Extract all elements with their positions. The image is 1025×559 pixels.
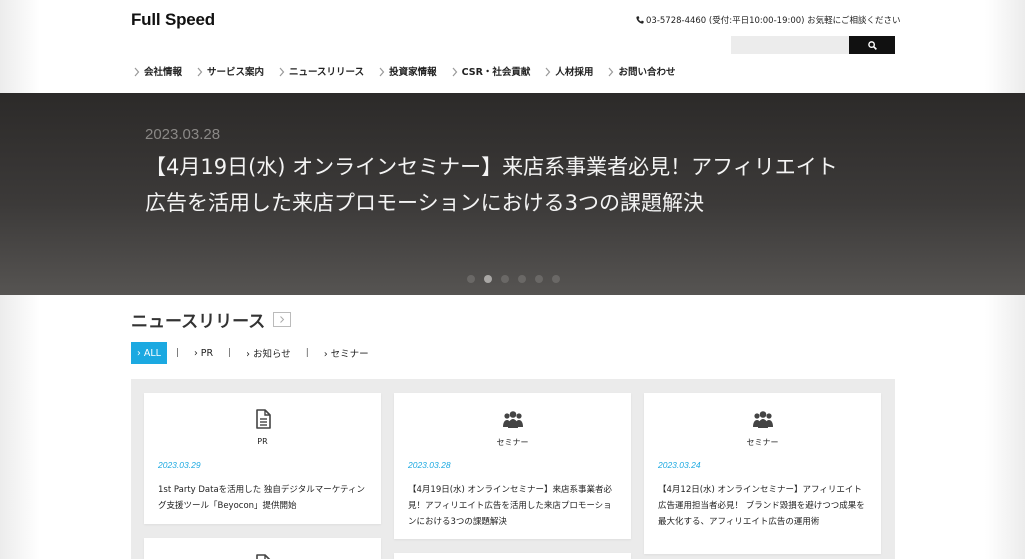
slider-dot[interactable] xyxy=(484,275,492,283)
document-icon xyxy=(252,408,274,430)
slider-dot[interactable] xyxy=(501,275,509,283)
news-card[interactable]: PR 2023.03.29 1st Party Dataを活用した 独自デジタルマー… xyxy=(144,393,381,524)
news-card-date: 2023.03.28 xyxy=(408,460,451,470)
hero-title-line1: 【4月19日(水) オンラインセミナー】来店系事業者必見！アフィリエイト xyxy=(145,155,838,179)
chevron-right-icon xyxy=(280,316,285,323)
news-filters: › ALL | › PR | › お知らせ | › セミナー xyxy=(131,342,375,364)
group-icon xyxy=(502,408,524,430)
hero-title[interactable]: 【4月19日(水) オンラインセミナー】来店系事業者必見！アフィリエイト 広告を… xyxy=(145,149,905,221)
news-card-category: PR xyxy=(257,437,268,446)
news-heading-text: ニュースリリース xyxy=(131,312,266,332)
site-logo[interactable]: Full Speed xyxy=(131,10,215,30)
filter-tab-3[interactable]: › セミナー xyxy=(318,342,375,364)
hero-title-line2: 広告を活用した来店プロモーションにおける3つの課題解決 xyxy=(145,191,704,215)
slider-dot[interactable] xyxy=(467,275,475,283)
news-card-partial[interactable] xyxy=(394,553,631,559)
group-icon xyxy=(752,408,774,430)
news-card-category: セミナー xyxy=(746,438,779,447)
nav-item-3[interactable]: 投資家情報 xyxy=(378,64,437,78)
hero-date: 2023.03.28 xyxy=(145,126,221,143)
chevron-right-icon xyxy=(134,67,140,77)
filter-tab-2[interactable]: › お知らせ xyxy=(240,342,297,364)
nav-item-label: お問い合わせ xyxy=(618,67,676,78)
global-nav: 会社情報 サービス案内 ニュースリリース 投資家情報 CSR・社会貢献 人材採用 お問い合わ… xyxy=(133,64,675,78)
nav-item-2[interactable]: ニュースリリース xyxy=(278,64,364,78)
slider-dot[interactable] xyxy=(518,275,526,283)
news-card-title: 1st Party Dataを活用した 独自デジタルマーケティング支援ツール「B… xyxy=(158,485,366,511)
search-input[interactable] xyxy=(731,36,849,54)
news-card-title: 【4月12日(水) オンラインセミナー】アフィリエイト広告運用担当者必見！ ブラ… xyxy=(658,485,865,527)
nav-item-label: ニュースリリース xyxy=(289,67,365,78)
nav-item-label: 人材採用 xyxy=(555,67,594,78)
contact-text: 03-5728-4460 (受付:平日10:00-19:00) お気軽にご相談く… xyxy=(646,16,901,26)
news-card-title: 【4月19日(水) オンラインセミナー】来店系事業者必見！アフィリエイト広告を活… xyxy=(408,485,613,527)
phone-icon xyxy=(636,16,644,24)
nav-item-label: サービス案内 xyxy=(207,67,265,78)
slider-dot[interactable] xyxy=(552,275,560,283)
chevron-right-icon xyxy=(379,67,385,77)
news-card-partial[interactable] xyxy=(144,538,381,559)
slider-dot[interactable] xyxy=(535,275,543,283)
chevron-right-icon xyxy=(608,67,614,77)
search-icon xyxy=(867,40,877,50)
search-box xyxy=(731,36,895,54)
filter-separator: | xyxy=(175,348,179,358)
chevron-right-icon xyxy=(197,67,203,77)
slider-dots xyxy=(467,275,560,283)
nav-item-label: CSR・社会貢献 xyxy=(461,67,531,78)
nav-item-4[interactable]: CSR・社会貢献 xyxy=(451,64,531,78)
nav-item-label: 会社情報 xyxy=(144,67,183,78)
news-more-button[interactable] xyxy=(273,312,292,327)
news-card-date: 2023.03.29 xyxy=(158,460,201,470)
news-card-category: セミナー xyxy=(496,438,529,447)
news-card[interactable]: セミナー 2023.03.24 【4月12日(水) オンラインセミナー】アフィリエイ… xyxy=(644,393,881,554)
nav-item-5[interactable]: 人材採用 xyxy=(544,64,593,78)
news-heading: ニュースリリース xyxy=(131,307,292,332)
nav-item-label: 投資家情報 xyxy=(389,67,437,78)
contact-info: 03-5728-4460 (受付:平日10:00-19:00) お気軽にご相談く… xyxy=(636,14,901,26)
hero-slider[interactable]: 2023.03.28 【4月19日(水) オンラインセミナー】来店系事業者必見！… xyxy=(0,93,1025,295)
news-card-date: 2023.03.24 xyxy=(658,460,701,470)
news-card[interactable]: セミナー 2023.03.28 【4月19日(水) オンラインセミナー】来店系事業者… xyxy=(394,393,631,539)
search-button[interactable] xyxy=(849,36,895,54)
nav-item-6[interactable]: お問い合わせ xyxy=(607,64,675,78)
chevron-right-icon xyxy=(545,67,551,77)
nav-item-0[interactable]: 会社情報 xyxy=(133,64,182,78)
filter-tab-1[interactable]: › PR xyxy=(188,342,219,364)
filter-separator: | xyxy=(228,348,232,358)
chevron-right-icon xyxy=(452,67,457,77)
nav-item-1[interactable]: サービス案内 xyxy=(196,64,264,78)
filter-separator: | xyxy=(305,348,309,358)
chevron-right-icon xyxy=(279,67,285,77)
filter-tab-0[interactable]: › ALL xyxy=(131,342,167,364)
document-icon xyxy=(252,553,274,559)
